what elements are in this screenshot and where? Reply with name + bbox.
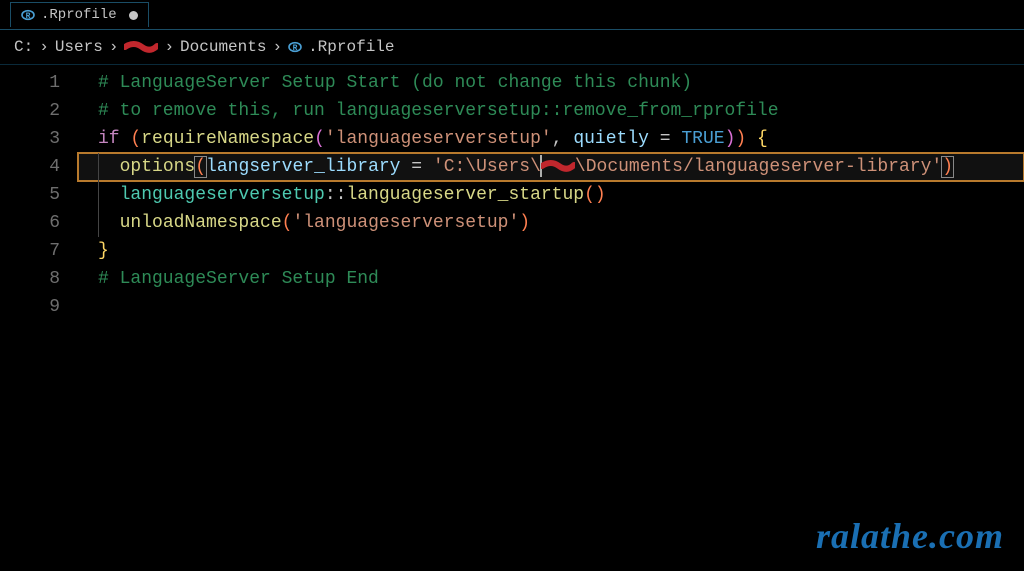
code-line[interactable]: unloadNamespace('languageserversetup') bbox=[78, 209, 1024, 237]
redacted-user-icon bbox=[541, 159, 575, 173]
code-line-active[interactable]: options(langserver_library = 'C:\Users\\… bbox=[78, 153, 1024, 181]
code-line[interactable]: if (requireNamespace('languageserversetu… bbox=[78, 125, 1024, 153]
code-area[interactable]: # LanguageServer Setup Start (do not cha… bbox=[78, 65, 1024, 321]
code-line[interactable]: } bbox=[78, 237, 1024, 265]
tab-bar: R .Rprofile bbox=[0, 0, 1024, 30]
chevron-right-icon: › bbox=[272, 38, 282, 56]
chevron-right-icon: › bbox=[109, 38, 119, 56]
line-number: 2 bbox=[0, 97, 78, 125]
svg-text:R: R bbox=[26, 12, 31, 21]
breadcrumb[interactable]: C: › Users › › Documents › R .Rprofile bbox=[0, 30, 1024, 65]
code-line[interactable]: languageserversetup::languageserver_star… bbox=[78, 181, 1024, 209]
watermark-text: ralathe.com bbox=[816, 515, 1004, 557]
tab-label: .Rprofile bbox=[41, 7, 117, 23]
line-number: 6 bbox=[0, 209, 78, 237]
redacted-user-icon bbox=[124, 40, 158, 54]
line-number: 4 bbox=[0, 153, 78, 181]
chevron-right-icon: › bbox=[164, 38, 174, 56]
breadcrumb-seg[interactable]: C: bbox=[14, 38, 33, 56]
line-number: 5 bbox=[0, 181, 78, 209]
breadcrumb-seg[interactable]: Users bbox=[55, 38, 103, 56]
svg-text:R: R bbox=[293, 44, 298, 53]
line-number: 1 bbox=[0, 69, 78, 97]
line-number: 7 bbox=[0, 237, 78, 265]
code-line[interactable] bbox=[78, 293, 1024, 321]
code-line[interactable]: # LanguageServer Setup Start (do not cha… bbox=[78, 69, 1024, 97]
line-number: 9 bbox=[0, 293, 78, 321]
r-file-icon: R bbox=[288, 40, 302, 54]
line-number: 8 bbox=[0, 265, 78, 293]
chevron-right-icon: › bbox=[39, 38, 49, 56]
tab-rprofile[interactable]: R .Rprofile bbox=[10, 2, 149, 27]
breadcrumb-seg[interactable]: .Rprofile bbox=[308, 38, 394, 56]
code-line[interactable]: # LanguageServer Setup End bbox=[78, 265, 1024, 293]
breadcrumb-seg[interactable]: Documents bbox=[180, 38, 266, 56]
editor[interactable]: 1 2 3 4 5 6 7 8 9 # LanguageServer Setup… bbox=[0, 65, 1024, 321]
r-file-icon: R bbox=[21, 8, 35, 22]
line-number: 3 bbox=[0, 125, 78, 153]
line-number-gutter: 1 2 3 4 5 6 7 8 9 bbox=[0, 65, 78, 321]
code-line[interactable]: # to remove this, run languageserversetu… bbox=[78, 97, 1024, 125]
unsaved-dot-icon bbox=[129, 11, 138, 20]
